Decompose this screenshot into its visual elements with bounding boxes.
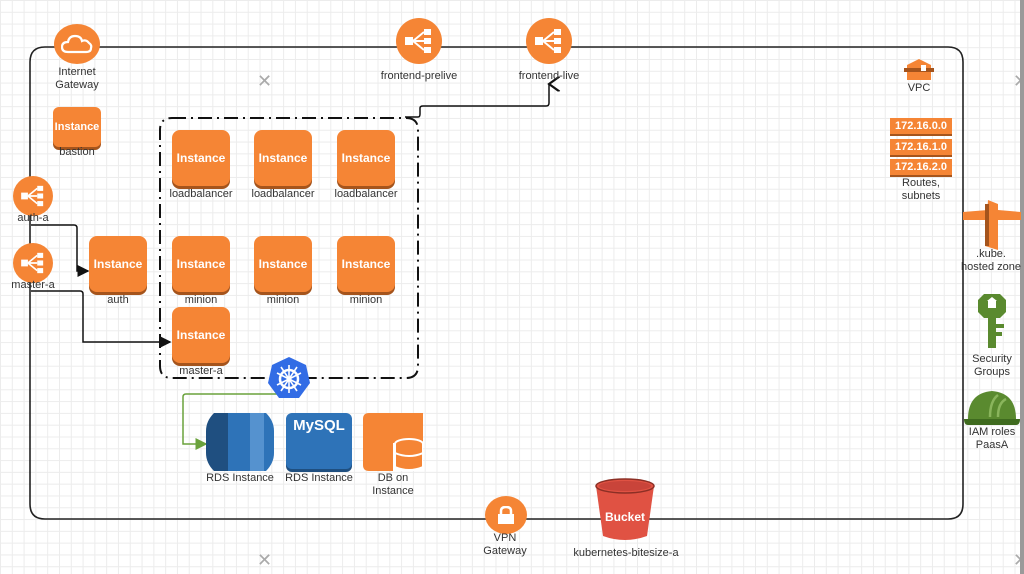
rds-instance-label-2: RDS Instance — [285, 472, 353, 484]
frontend-prelive-elb[interactable] — [396, 18, 442, 64]
rds-instance-label-1: RDS Instance — [206, 472, 274, 484]
load-balancer-icon — [535, 29, 561, 53]
minion-instance-1[interactable]: Instance — [172, 236, 230, 292]
frontend-live-label: frontend-live — [518, 70, 580, 82]
security-groups-label: Security Groups — [972, 353, 1012, 378]
mysql-rds-instance[interactable]: MySQL — [286, 413, 352, 469]
vpc-icon — [904, 59, 934, 80]
instance-badge-text: Instance — [93, 257, 143, 271]
minion-label-2: minion — [266, 294, 300, 306]
lock-icon — [498, 506, 514, 524]
minion-label-1: minion — [184, 294, 218, 306]
subnet-2[interactable]: 172.16.1.0 — [890, 139, 952, 157]
minion-instance-3[interactable]: Instance — [337, 236, 395, 292]
instance-badge-text: Instance — [176, 151, 226, 165]
master-a-instance[interactable]: Instance — [172, 307, 230, 363]
routes-subnets-label: Routes, subnets — [901, 177, 941, 202]
auth-instance[interactable]: Instance — [89, 236, 147, 292]
load-balancer-icon — [21, 252, 44, 274]
mysql-badge-text: MySQL — [293, 417, 345, 434]
minion-label-3: minion — [349, 294, 383, 306]
bucket-badge-text: Bucket — [605, 510, 645, 524]
canvas-marker-x-icon: ✕ — [257, 550, 273, 570]
loadbalancer-label-2: loadbalancer — [251, 188, 315, 200]
master-a-label: master-a — [179, 365, 223, 377]
instance-badge-text: Instance — [176, 328, 226, 342]
loadbalancer-label-1: loadbalancer — [169, 188, 233, 200]
load-balancer-icon — [21, 185, 44, 207]
internet-gateway-label: Internet Gateway — [55, 66, 99, 91]
auth-label: auth — [107, 294, 129, 306]
master-a-elb-label: master-a — [11, 279, 55, 291]
instance-badge-text: Instance — [341, 151, 391, 165]
minion-instance-2[interactable]: Instance — [254, 236, 312, 292]
subnet-3[interactable]: 172.16.2.0 — [890, 159, 952, 177]
hosted-zone-label: .kube. hosted zone — [961, 248, 1021, 273]
instance-badge-text: Instance — [176, 257, 226, 271]
internet-gateway-node[interactable] — [54, 24, 100, 64]
vpc-label: VPC — [907, 82, 931, 94]
loadbalancer-instance-3[interactable]: Instance — [337, 130, 395, 186]
scrollbar-edge[interactable] — [1020, 0, 1024, 574]
iam-roles-label: IAM roles PaasA — [968, 426, 1016, 451]
instance-badge-text: Instance — [258, 151, 308, 165]
iam-roles-icon[interactable] — [962, 389, 1022, 425]
vpn-gateway-node[interactable] — [485, 496, 527, 534]
db-on-instance-icon[interactable] — [363, 413, 423, 471]
diagram-canvas[interactable]: ✕ ✕ ✕ ✕ Internet Gateway Instance bastio… — [0, 0, 1024, 574]
frontend-live-elb[interactable] — [526, 18, 572, 64]
route53-hosted-zone-icon[interactable] — [963, 200, 1021, 250]
load-balancer-icon — [405, 29, 431, 53]
connector-cluster-to-frontend-live[interactable] — [405, 84, 549, 118]
security-key-icon[interactable] — [976, 294, 1008, 348]
instance-badge-text: Instance — [341, 257, 391, 271]
s3-bucket-icon[interactable]: Bucket — [595, 478, 655, 542]
instance-badge-text: Instance — [258, 257, 308, 271]
subnet-1[interactable]: 172.16.0.0 — [890, 118, 952, 136]
connectors-layer — [29, 46, 964, 520]
cloud-icon — [61, 34, 93, 54]
bastion-instance[interactable]: Instance — [53, 107, 101, 147]
loadbalancer-instance-1[interactable]: Instance — [172, 130, 230, 186]
loadbalancer-instance-2[interactable]: Instance — [254, 130, 312, 186]
canvas-marker-x-icon: ✕ — [257, 71, 273, 91]
rds-database-icon[interactable] — [206, 413, 274, 471]
frontend-prelive-label: frontend-prelive — [380, 70, 458, 82]
instance-badge-text: Instance — [54, 121, 100, 133]
bucket-label: kubernetes-bitesize-a — [573, 547, 679, 559]
master-a-elb[interactable] — [13, 243, 53, 283]
auth-a-label: auth-a — [17, 212, 49, 224]
loadbalancer-label-3: loadbalancer — [334, 188, 398, 200]
connector-master-a-to-instance[interactable] — [31, 290, 172, 348]
vpn-gateway-label: VPN Gateway — [483, 532, 527, 557]
auth-a-elb[interactable] — [13, 176, 53, 216]
db-on-instance-label: DB on Instance — [372, 472, 414, 497]
bastion-label: bastion — [59, 146, 95, 158]
kubernetes-icon[interactable] — [266, 356, 312, 400]
